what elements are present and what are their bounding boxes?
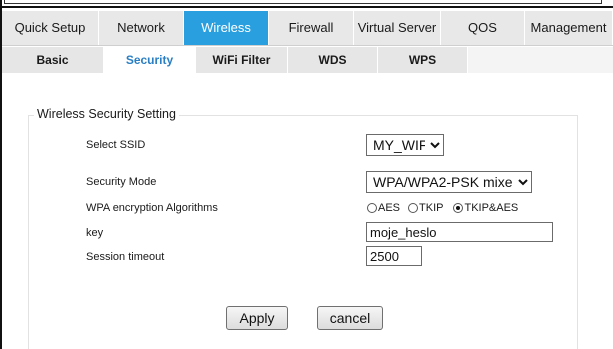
radio-tkip-circle[interactable] [408, 203, 419, 213]
security-mode-label: Security Mode [86, 176, 157, 188]
tab-qos[interactable]: QOS [441, 11, 525, 45]
subtab-wps[interactable]: WPS [378, 47, 468, 73]
key-label: key [86, 227, 104, 239]
window-top-inner-border [4, 0, 602, 4]
section-title: Wireless Security Setting [34, 107, 179, 121]
radio-aes-label: AES [378, 202, 401, 214]
session-timeout-input[interactable] [366, 246, 422, 266]
subtab-wifi-filter[interactable]: WiFi Filter [196, 47, 288, 73]
radio-aes-circle[interactable] [367, 203, 377, 213]
radio-tkip-aes[interactable]: TKIP&AES [449, 202, 518, 214]
select-ssid-label: Select SSID [86, 139, 146, 151]
radio-tkip-label: TKIP [419, 202, 444, 214]
sub-nav: Basic Security WiFi Filter WDS WPS [2, 47, 613, 73]
session-timeout-label: Session timeout [86, 251, 165, 263]
apply-button[interactable]: Apply [226, 306, 288, 330]
tab-wireless[interactable]: Wireless [184, 11, 269, 45]
key-input[interactable] [366, 222, 553, 242]
wpa-algorithms-label: WPA encryption Algorithms [86, 202, 218, 214]
radio-aes[interactable]: AES [367, 202, 400, 214]
main-nav: Quick Setup Network Wireless Firewall Vi… [2, 11, 613, 46]
radio-tkip-aes-label: TKIP&AES [464, 202, 519, 214]
radio-tkip[interactable]: TKIP [406, 202, 443, 214]
tab-network[interactable]: Network [99, 11, 184, 45]
window-top-border [0, 0, 613, 8]
security-mode-select[interactable]: WPA/WPA2-PSK mixed [366, 171, 532, 193]
ssid-select[interactable]: MY_WIFI [366, 134, 444, 156]
radio-tkip-aes-circle[interactable] [453, 203, 464, 213]
tab-management[interactable]: Management [525, 11, 613, 45]
tab-firewall[interactable]: Firewall [269, 11, 354, 45]
subtab-filler [468, 47, 613, 73]
wpa-algorithms-radio-group: AES TKIP TKIP&AES [367, 199, 524, 217]
subtab-wds[interactable]: WDS [288, 47, 378, 73]
tab-virtual-server[interactable]: Virtual Server [354, 11, 441, 45]
subtab-security[interactable]: Security [104, 47, 196, 73]
tab-quick-setup[interactable]: Quick Setup [2, 11, 99, 45]
subtab-basic[interactable]: Basic [2, 47, 104, 73]
cancel-button[interactable]: cancel [317, 306, 383, 330]
